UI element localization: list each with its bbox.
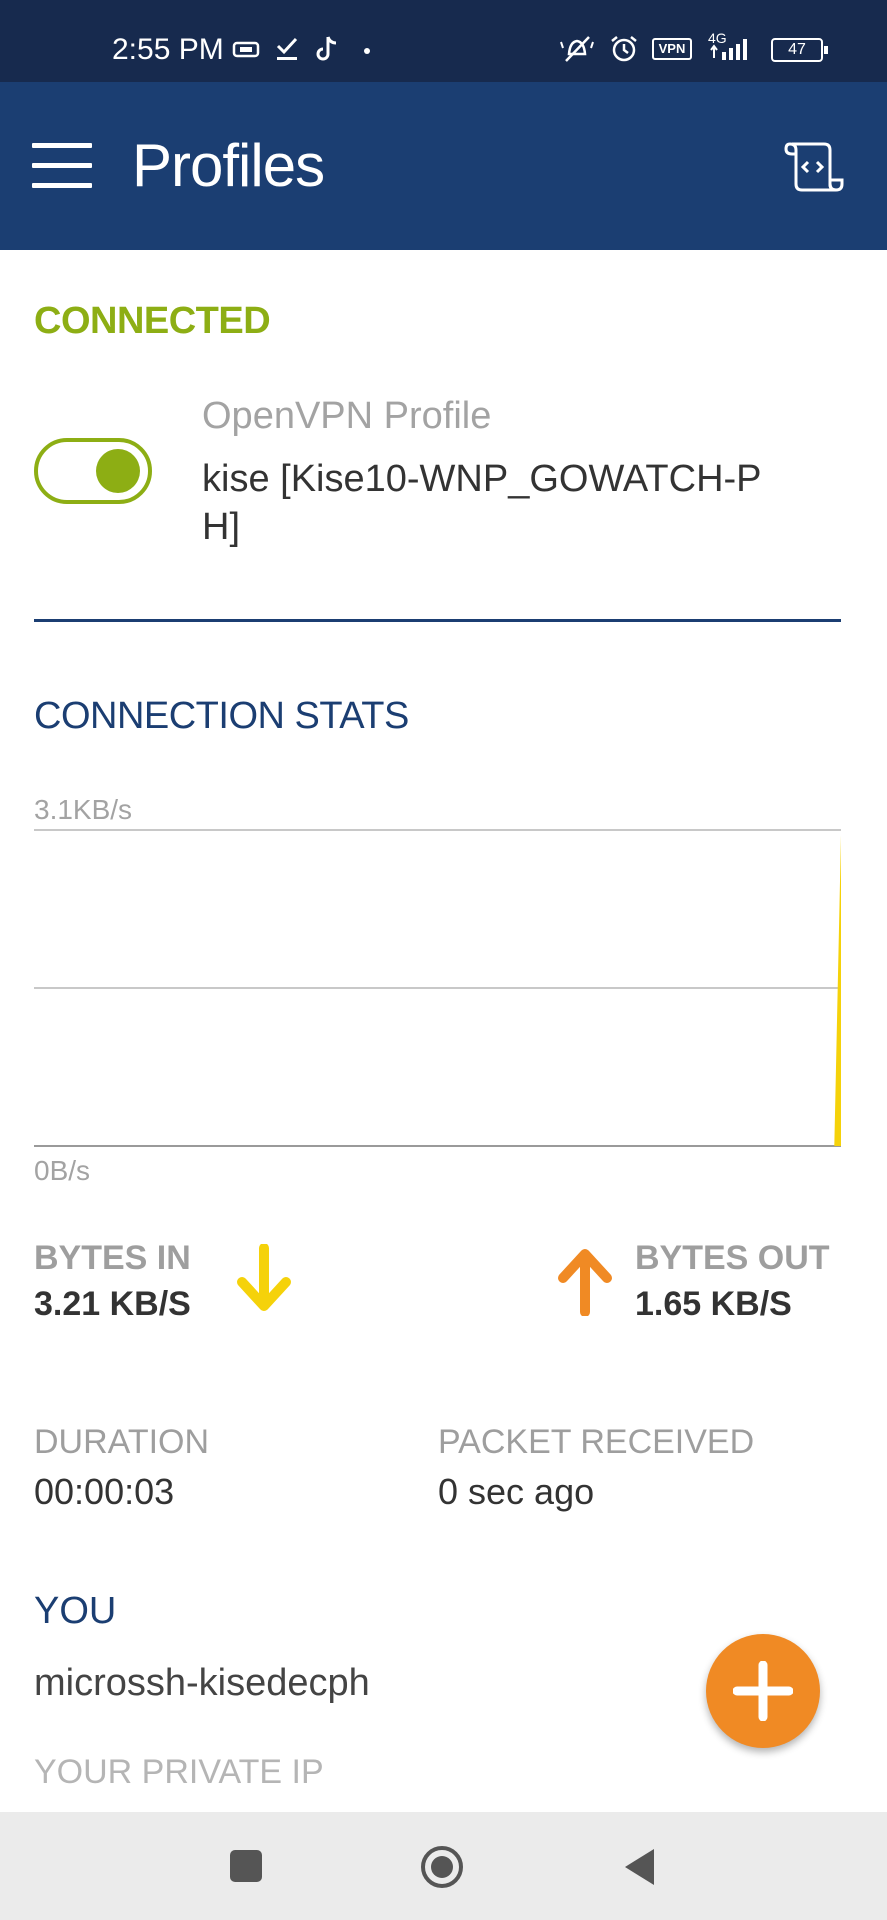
profile-type[interactable]: OpenVPN Profile <box>202 393 491 439</box>
tiktok-icon <box>316 36 337 61</box>
toggle-knob <box>96 449 140 493</box>
home-circle-icon[interactable] <box>419 1844 465 1890</box>
private-ip-label: YOUR PRIVATE IP <box>34 1753 324 1791</box>
recents-square-icon[interactable] <box>228 1848 264 1884</box>
app-bar: Profiles <box>0 82 887 250</box>
packet-received-value: 0 sec ago <box>438 1471 595 1512</box>
packet-received-label: PACKET RECEIVED <box>438 1423 755 1461</box>
page-title: Profiles <box>132 132 325 199</box>
hamburger-menu-icon[interactable] <box>32 143 92 189</box>
status-time: 2:55 PM <box>112 33 224 66</box>
you-section-title: YOU <box>34 1590 117 1632</box>
vpn-key-icon: VPN <box>652 38 692 60</box>
back-triangle-icon[interactable] <box>622 1846 658 1888</box>
import-profile-icon[interactable] <box>784 138 844 196</box>
mute-bell-icon <box>560 36 594 62</box>
duration-label: DURATION <box>34 1423 210 1461</box>
bytes-out-label: BYTES OUT <box>635 1239 830 1277</box>
profile-name[interactable]: kise [Kise10-WNP_GOWATCH-PH] <box>202 455 762 551</box>
section-divider <box>34 619 841 622</box>
add-profile-button[interactable] <box>706 1634 820 1748</box>
bytes-in-label: BYTES IN <box>34 1239 191 1277</box>
bytes-in-value: 3.21 KB/S <box>34 1285 191 1323</box>
chart-y-max-label: 3.1KB/s <box>34 794 132 825</box>
chart-y-min-label: 0B/s <box>34 1155 90 1185</box>
arrow-down-icon <box>237 1244 291 1311</box>
alarm-icon <box>611 36 637 62</box>
vpn-badge-text: VPN <box>658 41 686 56</box>
chart-series-area-0 <box>34 835 841 1146</box>
system-nav-bar <box>0 1812 887 1920</box>
connection-toggle[interactable] <box>34 438 152 504</box>
status-bar: 2:55 PM VPN 4G 47 <box>0 0 887 82</box>
battery-level: 47 <box>788 41 806 58</box>
connected-status-label: CONNECTED <box>34 300 271 342</box>
you-name: microssh-kisedecph <box>34 1662 370 1704</box>
duration-value: 00:00:03 <box>34 1471 175 1512</box>
connection-stats-title: CONNECTION STATS <box>34 695 409 737</box>
battery-icon: 47 <box>771 38 828 62</box>
signal-icon <box>710 39 747 60</box>
plus-icon <box>733 1661 793 1721</box>
arrow-up-icon <box>558 1249 612 1316</box>
sim-card-icon <box>232 41 260 58</box>
check-icon <box>276 37 298 60</box>
bytes-out-value: 1.65 KB/S <box>635 1285 792 1323</box>
connection-stats-chart: 3.1KB/s 0B/s <box>34 794 841 1185</box>
dot-icon <box>364 48 370 54</box>
